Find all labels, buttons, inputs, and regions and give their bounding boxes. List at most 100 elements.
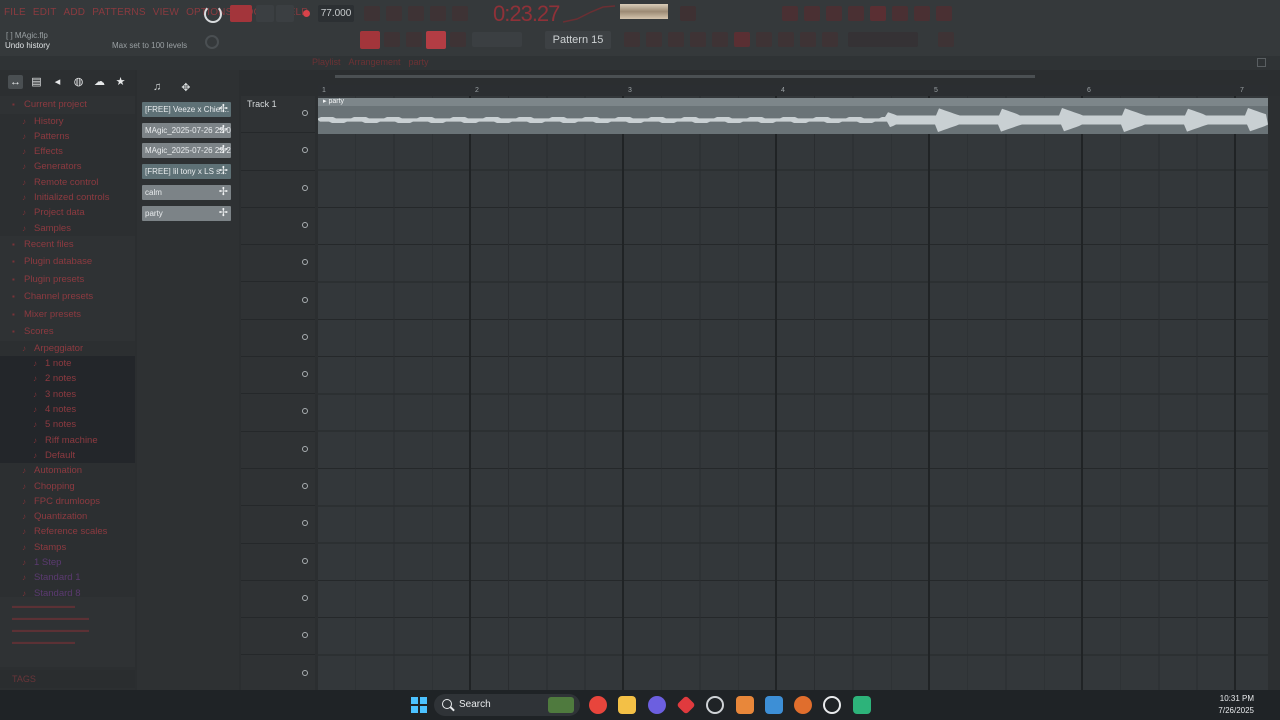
file-explorer-icon[interactable]	[618, 696, 636, 714]
link-icon[interactable]	[426, 31, 446, 49]
track-header[interactable]	[241, 394, 315, 432]
fl-studio-icon[interactable]	[794, 696, 812, 714]
file-icon[interactable]: ▤	[29, 75, 44, 89]
playback-icon[interactable]	[822, 32, 838, 47]
track-header[interactable]	[241, 506, 315, 544]
clip-add-icon[interactable]: ✢	[219, 102, 228, 117]
browser-item[interactable]: ♪ Standard 1	[0, 570, 135, 585]
browser-item[interactable]: ▪ Mixer presets	[0, 305, 135, 324]
piano-roll-view-icon[interactable]	[804, 6, 820, 21]
track-mute-icon[interactable]	[302, 483, 308, 489]
menu-add[interactable]: ADD	[64, 7, 86, 18]
track-header[interactable]	[241, 432, 315, 469]
track-mute-icon[interactable]	[302, 557, 308, 564]
browser-item[interactable]: ♪ 2 notes	[0, 371, 135, 387]
track-mute-icon[interactable]	[302, 259, 308, 266]
expand-icon[interactable]: ↔	[8, 75, 23, 89]
clip-add-icon[interactable]: ✢	[219, 206, 228, 221]
mixer-view-icon[interactable]	[848, 6, 864, 21]
track-mute-icon[interactable]	[302, 520, 308, 527]
track-mute-icon[interactable]	[302, 445, 308, 452]
media-player-icon[interactable]	[823, 696, 841, 714]
browser-item[interactable]: ♪ FPC drumloops	[0, 494, 135, 509]
app-red-diamond-icon[interactable]	[676, 695, 696, 715]
cloud-icon[interactable]: ☁	[92, 75, 107, 89]
browser-item[interactable]: ♪ Initialized controls	[0, 190, 135, 205]
windows-start-icon[interactable]	[411, 697, 427, 713]
menu-patterns[interactable]: PATTERNS	[92, 7, 145, 18]
track-header[interactable]	[241, 133, 315, 171]
track-mute-icon[interactable]	[302, 184, 308, 191]
track-header[interactable]	[241, 283, 315, 320]
track-mute-icon[interactable]	[302, 632, 308, 639]
clip-item[interactable]: MAgic_2025-07-26 22-0... ✢	[142, 122, 231, 138]
add-pattern-icon[interactable]	[624, 32, 640, 47]
browser-item[interactable]: ♪ Quantization	[0, 509, 135, 524]
track-header[interactable]	[241, 208, 315, 246]
grid-icon[interactable]	[690, 32, 706, 47]
browser-item[interactable]: ♪ Samples	[0, 221, 135, 236]
clip-item[interactable]: [FREE] lil tony x LS s... ✢	[142, 164, 231, 180]
settings-icon[interactable]	[938, 32, 954, 47]
snap-icon[interactable]	[384, 32, 400, 47]
track-header[interactable]	[241, 656, 315, 693]
browser-item[interactable]: ♪ Patterns	[0, 129, 135, 144]
clip-item[interactable]: [FREE] Veeze x Chief... ✢	[142, 102, 231, 117]
track-mute-icon[interactable]	[302, 669, 308, 676]
track-mute-icon[interactable]	[302, 147, 308, 154]
taskbar-search[interactable]: Search	[434, 694, 580, 716]
menu-view[interactable]: VIEW	[153, 7, 179, 18]
slice-icon[interactable]	[778, 32, 794, 47]
move-icon[interactable]: ✥	[181, 81, 190, 94]
clone-pattern-icon[interactable]	[646, 32, 662, 47]
clip-add-icon[interactable]: ✢	[219, 143, 228, 158]
snap-selector[interactable]	[472, 32, 522, 47]
playlist-view-icon[interactable]	[782, 6, 798, 21]
touch-controller-icon[interactable]	[914, 6, 930, 21]
step-edit-icon[interactable]	[430, 6, 446, 21]
browser-item[interactable]: ♪ Stamps	[0, 540, 135, 555]
mute-icon[interactable]	[756, 32, 772, 47]
track-mute-icon[interactable]	[302, 408, 308, 415]
horizontal-scrollbar[interactable]	[335, 75, 1035, 78]
browser-item[interactable]: ♪ 4 notes	[0, 402, 135, 418]
chrome-icon[interactable]	[589, 696, 607, 714]
browser-item[interactable]: ♪ Chopping	[0, 479, 135, 494]
browser-item[interactable]: ♪ Default	[0, 447, 135, 464]
discord-icon[interactable]	[648, 696, 666, 714]
track-mute-icon[interactable]	[302, 371, 308, 378]
song-position-clock[interactable]: 0:23.27	[493, 1, 560, 27]
track-header[interactable]	[241, 357, 315, 395]
browser-item[interactable]: ♪ 1 Step	[0, 555, 135, 570]
metronome-icon[interactable]	[364, 6, 380, 21]
clip-item[interactable]: calm ✢	[142, 184, 231, 200]
browser-item[interactable]: ♪ Reference scales	[0, 524, 135, 539]
countdown-icon[interactable]	[408, 6, 424, 21]
maximize-icon[interactable]	[1257, 58, 1266, 67]
menu-file[interactable]: FILE	[4, 7, 26, 18]
track-header[interactable]	[241, 171, 315, 208]
timeline-ruler[interactable]: 1 2 3 4 5 6 7	[318, 85, 1268, 96]
blend-notes-icon[interactable]	[452, 6, 468, 21]
browser-item[interactable]: ▪ Recent files	[0, 235, 135, 254]
browser-item[interactable]: ♪ 3 notes	[0, 386, 135, 403]
clip-add-icon[interactable]: ✢	[219, 123, 228, 138]
track-header[interactable]	[241, 245, 315, 283]
browser-item[interactable]: ▪ Current project	[0, 96, 135, 114]
link-icon[interactable]: ◍	[71, 75, 86, 89]
track-mute-icon[interactable]	[302, 333, 308, 340]
app-green-icon[interactable]	[853, 696, 871, 714]
pattern-song-mode-button[interactable]	[230, 5, 252, 22]
delete-icon[interactable]	[734, 32, 750, 47]
system-clock[interactable]: 10:31 PM 7/26/2025	[1218, 693, 1254, 717]
track-mute-icon[interactable]	[302, 110, 308, 116]
browser-item[interactable]: ♪ Automation	[0, 463, 135, 478]
chatgpt-icon[interactable]	[706, 696, 724, 714]
zoom-icon[interactable]	[800, 32, 816, 47]
piano-roll-button[interactable]	[360, 31, 380, 49]
browser-item[interactable]: ♪ History	[0, 114, 135, 129]
arrangement-label[interactable]: Arrangement	[349, 57, 401, 67]
playlist-grid[interactable]	[318, 96, 1268, 690]
star-icon[interactable]: ★	[113, 75, 128, 89]
tempo-display[interactable]: 77.000	[318, 5, 354, 22]
